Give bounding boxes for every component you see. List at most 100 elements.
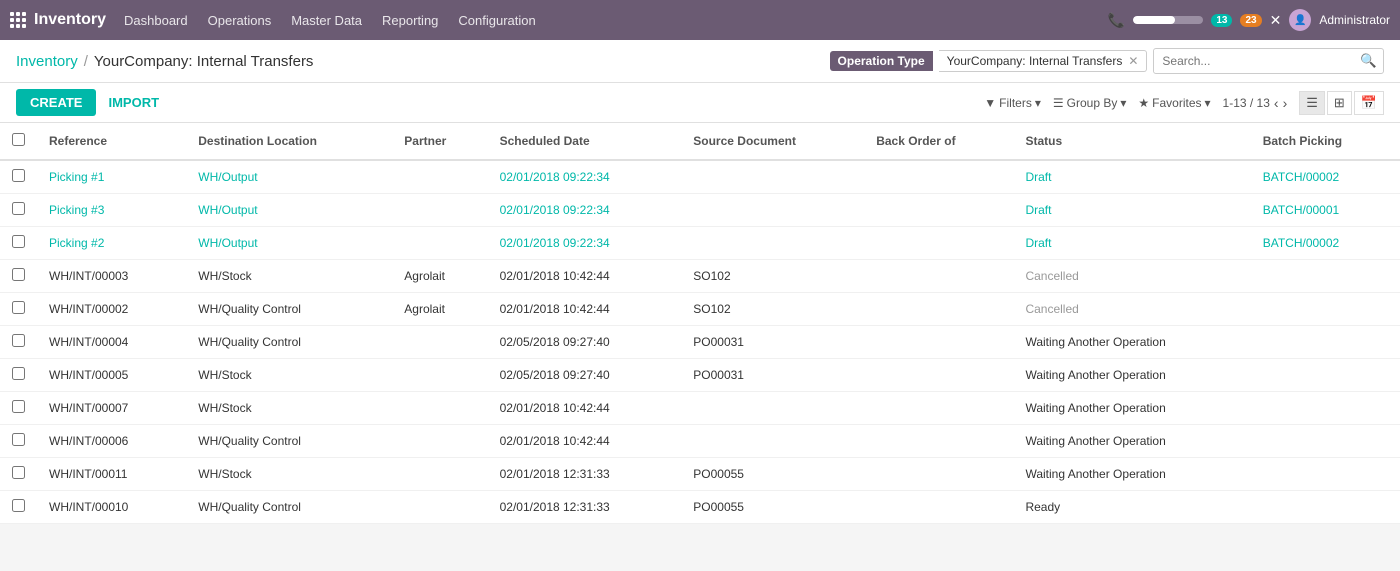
cell-back-order <box>864 392 1013 425</box>
cell-batch-picking <box>1251 326 1400 359</box>
view-buttons: ☰ ⊞ 📅 <box>1299 91 1384 115</box>
nav-links: Dashboard Operations Master Data Reporti… <box>124 13 1100 28</box>
scheduled-date-link[interactable]: 02/01/2018 09:22:34 <box>500 170 610 184</box>
row-checkbox[interactable] <box>12 367 25 380</box>
row-checkbox[interactable] <box>12 301 25 314</box>
select-all-header[interactable] <box>0 123 37 160</box>
scheduled-date-link[interactable]: 02/01/2018 09:22:34 <box>500 236 610 250</box>
cell-batch-picking <box>1251 359 1400 392</box>
col-status: Status <box>1013 123 1250 160</box>
cell-status: Draft <box>1013 194 1250 227</box>
search-button[interactable]: 🔍 <box>1354 49 1383 73</box>
favorites-button[interactable]: ★ Favorites ▾ <box>1138 96 1210 110</box>
breadcrumb-sep: / <box>84 53 88 70</box>
row-checkbox[interactable] <box>12 169 25 182</box>
cell-status: Draft <box>1013 227 1250 260</box>
cell-partner <box>392 491 487 524</box>
app-brand[interactable]: Inventory <box>10 11 106 29</box>
nav-master-data[interactable]: Master Data <box>291 13 362 28</box>
table-row: WH/INT/00011WH/Stock02/01/2018 12:31:33P… <box>0 458 1400 491</box>
breadcrumb: Inventory / YourCompany: Internal Transf… <box>16 53 313 70</box>
filters-button[interactable]: ▼ Filters ▾ <box>984 96 1041 110</box>
pagination-next[interactable]: › <box>1283 95 1288 111</box>
status-badge: Draft <box>1025 236 1051 250</box>
nav-operations[interactable]: Operations <box>208 13 272 28</box>
create-button[interactable]: CREATE <box>16 89 96 116</box>
phone-icon[interactable]: 📞 <box>1108 12 1125 29</box>
reference-link[interactable]: Picking #3 <box>49 203 104 217</box>
cell-batch-picking: BATCH/00002 <box>1251 160 1400 194</box>
breadcrumb-root[interactable]: Inventory <box>16 53 78 70</box>
dest-location-link[interactable]: WH/Output <box>198 203 257 217</box>
scheduled-date-link[interactable]: 02/01/2018 09:22:34 <box>500 203 610 217</box>
status-badge: Waiting Another Operation <box>1025 335 1165 349</box>
cell-scheduled-date: 02/05/2018 09:27:40 <box>488 326 682 359</box>
cell-dest-location: WH/Stock <box>186 260 392 293</box>
col-source-doc: Source Document <box>681 123 864 160</box>
cell-source-doc: PO00031 <box>681 326 864 359</box>
pagination-prev[interactable]: ‹ <box>1274 95 1279 111</box>
status-badge: Draft <box>1025 170 1051 184</box>
batch-picking-link[interactable]: BATCH/00002 <box>1263 170 1339 184</box>
cell-batch-picking <box>1251 425 1400 458</box>
cell-batch-picking: BATCH/00002 <box>1251 227 1400 260</box>
batch-picking-link[interactable]: BATCH/00001 <box>1263 203 1339 217</box>
list-view-button[interactable]: ☰ <box>1299 91 1325 115</box>
status-badge: Waiting Another Operation <box>1025 368 1165 382</box>
row-checkbox-cell <box>0 194 37 227</box>
row-checkbox[interactable] <box>12 235 25 248</box>
cell-partner <box>392 359 487 392</box>
row-checkbox[interactable] <box>12 400 25 413</box>
status-badge: Ready <box>1025 500 1060 514</box>
search-area: Operation Type YourCompany: Internal Tra… <box>830 48 1384 74</box>
breadcrumb-current: YourCompany: Internal Transfers <box>94 53 314 70</box>
reference-link[interactable]: Picking #1 <box>49 170 104 184</box>
nav-reporting[interactable]: Reporting <box>382 13 438 28</box>
cell-scheduled-date: 02/05/2018 09:27:40 <box>488 359 682 392</box>
dest-location-link[interactable]: WH/Output <box>198 170 257 184</box>
cell-status: Waiting Another Operation <box>1013 425 1250 458</box>
row-checkbox-cell <box>0 160 37 194</box>
nav-configuration[interactable]: Configuration <box>458 13 535 28</box>
calendar-view-button[interactable]: 📅 <box>1354 91 1384 115</box>
cell-back-order <box>864 326 1013 359</box>
table-row: Picking #3 WH/Output 02/01/2018 09:22:34 Dr… <box>0 194 1400 227</box>
row-checkbox[interactable] <box>12 334 25 347</box>
col-partner: Partner <box>392 123 487 160</box>
cell-source-doc <box>681 425 864 458</box>
cell-reference: WH/INT/00004 <box>37 326 186 359</box>
username[interactable]: Administrator <box>1319 13 1390 27</box>
col-dest-location: Destination Location <box>186 123 392 160</box>
cell-partner <box>392 326 487 359</box>
cell-scheduled-date: 02/01/2018 09:22:34 <box>488 194 682 227</box>
cell-dest-location: WH/Stock <box>186 359 392 392</box>
cell-back-order <box>864 194 1013 227</box>
import-button[interactable]: IMPORT <box>104 89 163 116</box>
dest-location-link[interactable]: WH/Output <box>198 236 257 250</box>
row-checkbox[interactable] <box>12 433 25 446</box>
cell-dest-location: WH/Quality Control <box>186 491 392 524</box>
cell-back-order <box>864 458 1013 491</box>
kanban-view-button[interactable]: ⊞ <box>1327 91 1352 115</box>
op-type-close[interactable]: ✕ <box>1128 54 1138 68</box>
cell-back-order <box>864 160 1013 194</box>
group-by-button[interactable]: ☰ Group By ▾ <box>1053 96 1127 110</box>
row-checkbox[interactable] <box>12 268 25 281</box>
search-input[interactable] <box>1154 50 1354 72</box>
badge-activities[interactable]: 23 <box>1240 14 1261 27</box>
apps-icon[interactable] <box>10 12 26 28</box>
table-row: WH/INT/00006WH/Quality Control02/01/2018… <box>0 425 1400 458</box>
reference-link[interactable]: Picking #2 <box>49 236 104 250</box>
cell-partner <box>392 194 487 227</box>
cell-reference: WH/INT/00007 <box>37 392 186 425</box>
nav-dashboard[interactable]: Dashboard <box>124 13 188 28</box>
pagination-range: 1-13 / 13 <box>1223 96 1270 110</box>
row-checkbox[interactable] <box>12 202 25 215</box>
row-checkbox[interactable] <box>12 466 25 479</box>
close-icon[interactable]: ✕ <box>1270 12 1282 29</box>
select-all-checkbox[interactable] <box>12 133 25 146</box>
batch-picking-link[interactable]: BATCH/00002 <box>1263 236 1339 250</box>
row-checkbox[interactable] <box>12 499 25 512</box>
badge-messages[interactable]: 13 <box>1211 14 1232 27</box>
cell-status: Waiting Another Operation <box>1013 326 1250 359</box>
